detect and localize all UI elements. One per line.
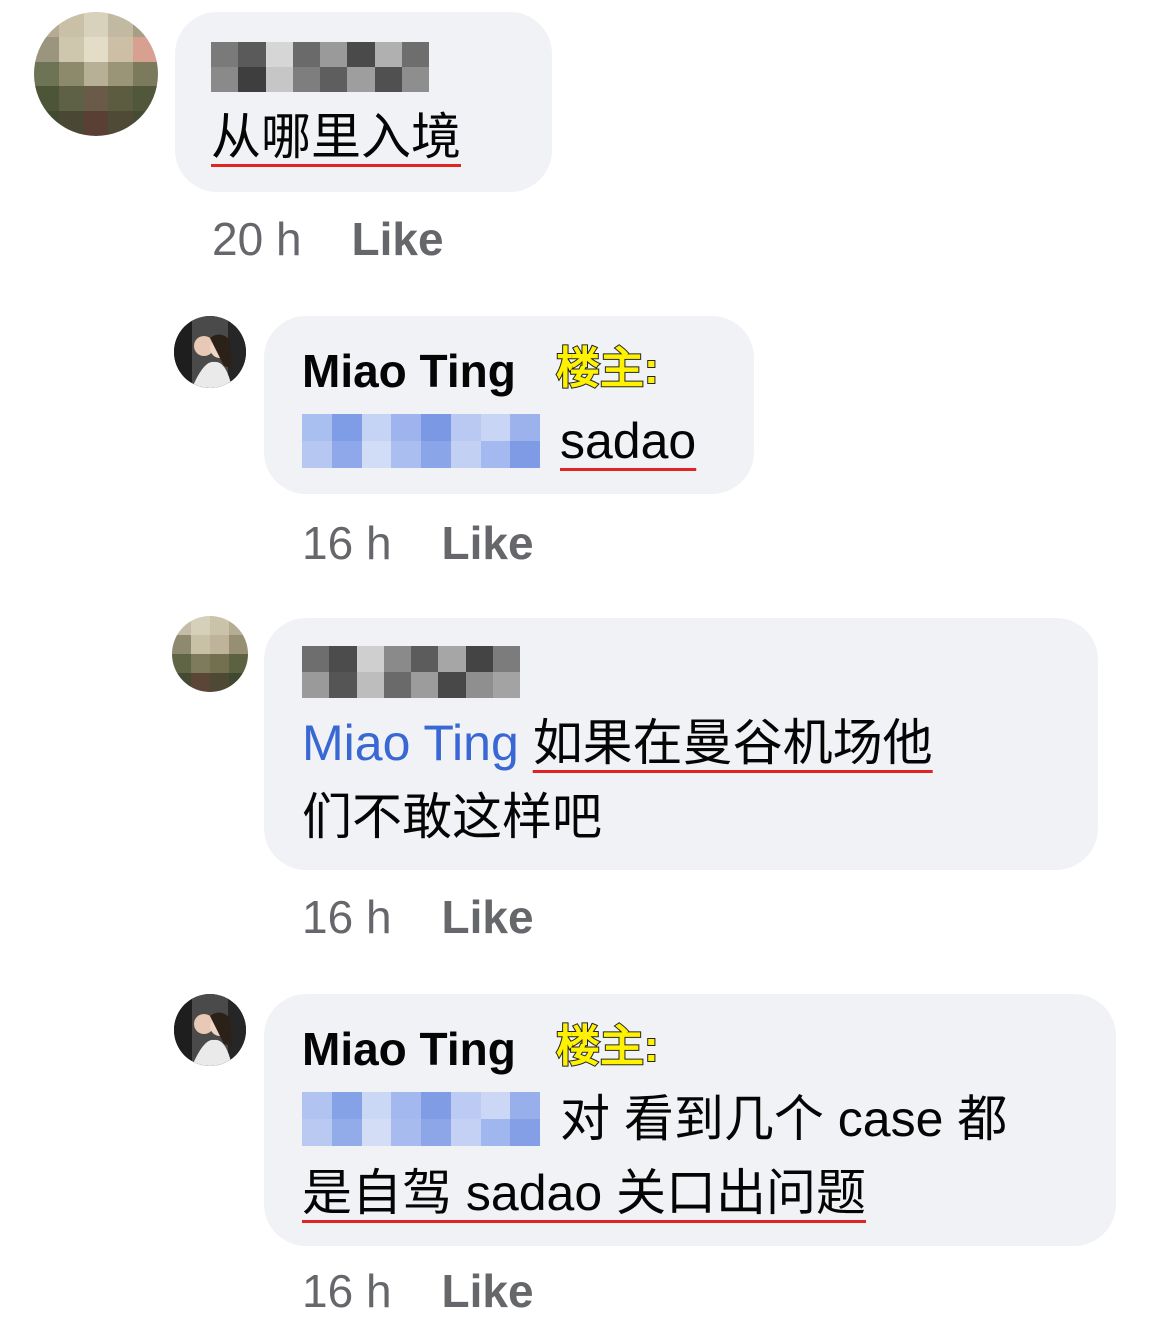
like-button[interactable]: Like	[442, 517, 534, 569]
redacted-mention	[302, 414, 540, 468]
author-tag: 楼主:	[555, 343, 660, 394]
author-name[interactable]: Miao Ting	[302, 344, 516, 398]
comment-text-line-2: 是自驾 sadao 关口出问题	[302, 1165, 867, 1221]
avatar[interactable]	[174, 994, 246, 1066]
timestamp[interactable]: 16 h	[302, 517, 392, 569]
comment-text: 从哪里入境	[211, 109, 461, 165]
comment-meta: 16 h Like	[302, 890, 534, 944]
avatar[interactable]	[174, 316, 246, 388]
comment-bubble[interactable]: Miao Ting 如果在曼谷机场他 们不敢这样吧	[264, 618, 1098, 870]
comment-bubble[interactable]: 从哪里入境	[175, 12, 552, 192]
timestamp[interactable]: 16 h	[302, 891, 392, 943]
like-button[interactable]: Like	[352, 213, 444, 265]
pixelated-avatar-image	[34, 12, 158, 136]
profile-photo-icon	[174, 316, 246, 388]
redacted-author-name	[211, 42, 429, 92]
like-button[interactable]: Like	[442, 1265, 534, 1317]
redacted-mention	[302, 1092, 540, 1146]
pixelated-avatar-image	[172, 616, 248, 692]
comment-text: 如果在曼谷机场他	[532, 715, 933, 771]
comment-meta: 16 h Like	[302, 516, 534, 570]
profile-photo-icon	[174, 994, 246, 1066]
like-button[interactable]: Like	[442, 891, 534, 943]
author-tag: 楼主:	[555, 1021, 660, 1072]
comment-meta: 16 h Like	[302, 1264, 534, 1318]
author-name[interactable]: Miao Ting	[302, 1022, 516, 1076]
comment-text-line-1: 对 看到几个 case 都	[560, 1091, 1008, 1147]
comment-bubble[interactable]: Miao Ting 楼主: sadao	[264, 316, 754, 494]
comment-text-line-2: 们不敢这样吧	[302, 789, 602, 845]
timestamp[interactable]: 16 h	[302, 1265, 392, 1317]
comment-text-line-1: Miao Ting 如果在曼谷机场他	[302, 706, 933, 780]
comment-bubble[interactable]: Miao Ting 楼主: 对 看到几个 case 都 是自驾 sadao 关口…	[264, 994, 1116, 1246]
avatar[interactable]	[34, 12, 158, 136]
comment-text: sadao	[560, 413, 697, 469]
comment-meta: 20 h Like	[212, 212, 444, 266]
redacted-author-name	[302, 646, 520, 698]
timestamp[interactable]: 20 h	[212, 213, 302, 265]
avatar[interactable]	[172, 616, 248, 692]
mention-link[interactable]: Miao Ting	[302, 715, 519, 771]
